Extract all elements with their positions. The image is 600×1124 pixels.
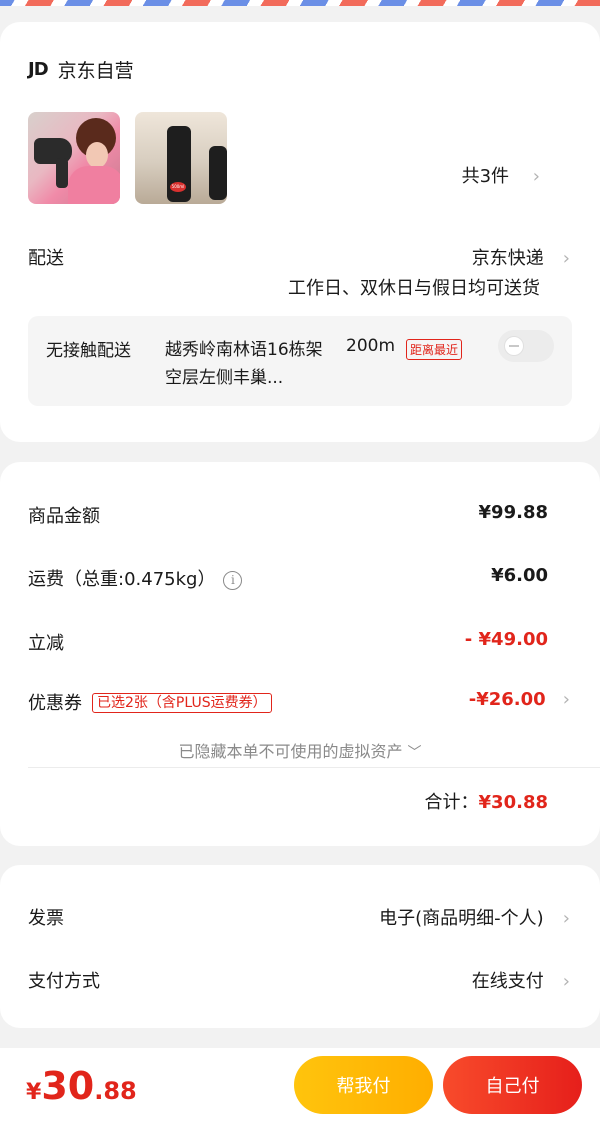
airmail-stripe [0,0,600,6]
coupon-value-row[interactable]: -¥26.00 › [469,689,570,710]
nearest-badge: 距离最近 [406,339,463,360]
hidden-assets-toggle[interactable]: 已隐藏本单不可使用的虚拟资产 ﹀ [0,738,600,762]
shipping-label: 运费（总重:0.475kg） [28,569,216,590]
total-value: ¥30.88 [478,792,548,813]
product-thumbnail-hairdryer[interactable] [28,112,120,204]
currency-symbol: ¥ [26,1080,42,1105]
toggle-knob [504,336,524,356]
bottle-shape: 500ml [167,126,191,202]
info-icon[interactable]: i [223,570,243,590]
divider [28,767,600,768]
goods-amount-label: 商品金额 [28,506,100,527]
product-count: 共3件 [461,166,510,187]
chevron-right-icon: › [562,971,570,992]
invoice-label: 发票 [28,908,64,929]
no-contact-delivery-box: 无接触配送 越秀岭南林语16栋架空层左侧丰巢... 200m 距离最近 [28,316,572,406]
total-row: 合计：¥30.88 [425,788,548,814]
payment-row[interactable]: 在线支付 › [472,967,570,993]
discount-value: - ¥49.00 [464,629,548,650]
coupon-row[interactable]: 优惠券 已选2张（含PLUS运费券） [28,689,272,715]
shop-name: 京东自营 [57,60,134,82]
product-thumbnail-bottle[interactable]: 500ml [135,112,227,204]
goods-amount-value: ¥99.88 [478,502,548,523]
invoice-row[interactable]: 电子(商品明细-个人) › [379,904,570,930]
delivery-carrier: 京东快递 [471,248,544,269]
coupon-badge: 已选2张（含PLUS运费券） [92,693,272,713]
chevron-down-icon: ﹀ [407,745,422,761]
payment-value: 在线支付 [471,971,544,992]
pay-myself-button[interactable]: 自己付 [443,1056,582,1114]
shop-header: JD 京东自营 [28,56,134,83]
chevron-right-icon: › [562,689,570,710]
total-label: 合计： [424,792,479,813]
coupon-value: -¥26.00 [468,689,546,710]
delivery-carrier-row[interactable]: 京东快递 › [472,244,570,270]
delivery-note: 工作日、双休日与假日均可送货 [288,278,540,299]
face-shape [86,142,108,168]
chevron-right-icon: › [562,248,570,269]
coupon-label: 优惠券 [28,693,82,714]
hairdryer-handle [56,158,68,188]
bottom-bar: ¥30.88 帮我付 自己付 [0,1048,600,1124]
bottle-shape-small [209,146,227,200]
minus-icon [509,345,519,347]
invoice-value: 电子(商品明细-个人) [379,908,544,929]
invoice-payment-card: 发票 电子(商品明细-个人) › 支付方式 在线支付 › [0,865,600,1028]
product-count-row[interactable]: 共3件 › [462,162,540,188]
payment-label: 支付方式 [28,971,100,992]
discount-label: 立减 [28,633,64,654]
shipping-row: 运费（总重:0.475kg） i [28,565,243,591]
delivery-label: 配送 [28,248,64,269]
shipping-value: ¥6.00 [491,565,548,586]
price-decimal: .88 [94,1077,137,1105]
no-contact-label: 无接触配送 [46,341,131,361]
bottle-tag: 500ml [170,182,186,192]
pricing-card: 商品金额 ¥99.88 运费（总重:0.475kg） i ¥6.00 立减 - ¥… [0,462,600,846]
pay-amount: ¥30.88 [26,1064,137,1108]
hidden-assets-text: 已隐藏本单不可使用的虚拟资产 [178,742,403,761]
jd-logo: JD [28,59,49,80]
no-contact-toggle[interactable] [498,330,554,362]
no-contact-distance: 200m [346,336,396,356]
chevron-right-icon: › [532,166,540,187]
no-contact-address: 越秀岭南林语16栋架空层左侧丰巢... [165,340,323,388]
chevron-right-icon: › [562,908,570,929]
order-card: JD 京东自营 500ml 共3件 › 配送 京东快递 › 工作日、双休日与假日… [0,22,600,442]
help-me-pay-button[interactable]: 帮我付 [294,1056,433,1114]
sweater-shape [68,166,120,204]
price-integer: 30 [41,1064,95,1108]
